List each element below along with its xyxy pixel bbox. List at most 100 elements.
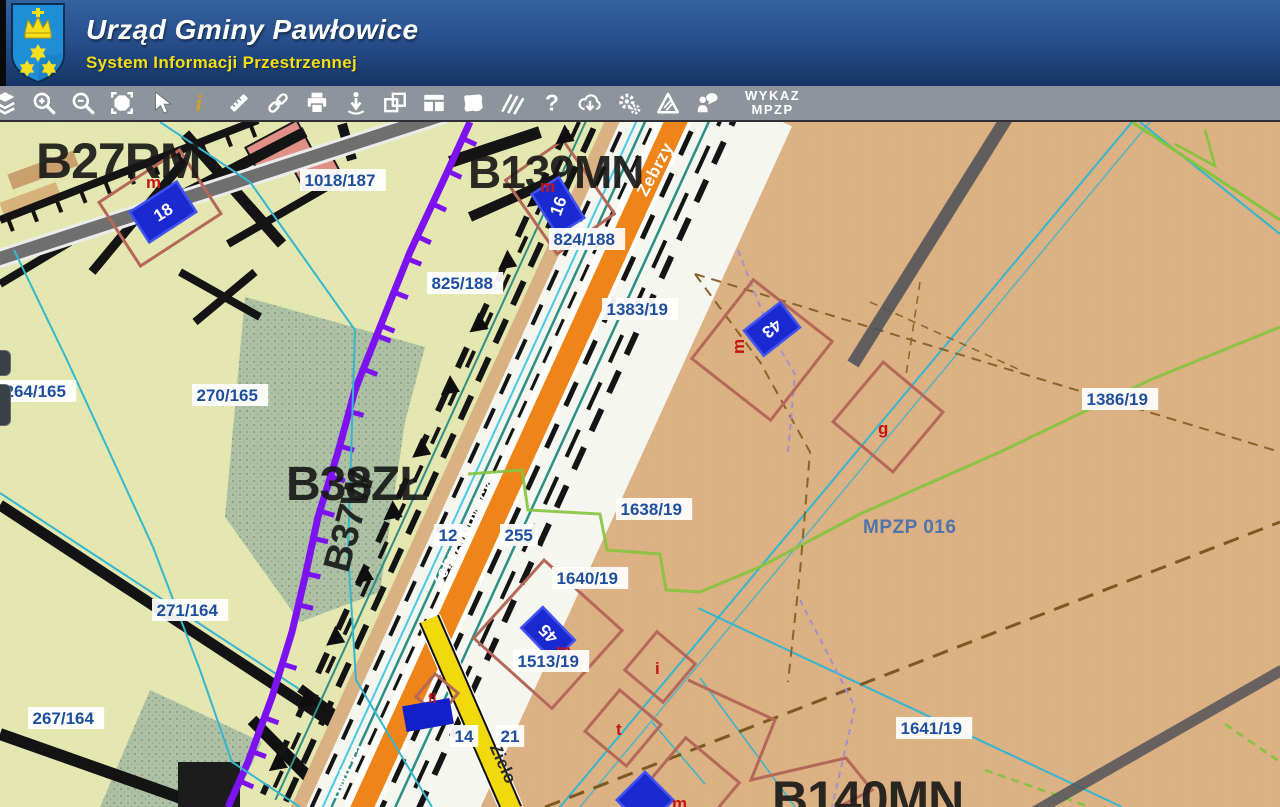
identify-info-button[interactable]: i: [187, 90, 213, 116]
parcel-label: 1383/19: [602, 298, 678, 320]
measure-button[interactable]: [226, 90, 252, 116]
parcel-label-text: 1641/19: [901, 719, 962, 738]
link-button[interactable]: [265, 90, 291, 116]
print-button[interactable]: [304, 90, 330, 116]
parcel-label: 1640/19: [552, 567, 628, 589]
parcel-label-text: 12: [439, 526, 458, 545]
parcel-label-text: 1638/19: [621, 500, 682, 519]
parcel-label: 1018/187: [300, 169, 386, 191]
print-icon: [304, 90, 330, 116]
help-button[interactable]: ?: [538, 90, 564, 116]
locate-button[interactable]: [343, 90, 369, 116]
select-polygon-icon: [460, 90, 486, 116]
parcel-label: 1513/19: [513, 650, 589, 672]
parcel-label: 270/165: [192, 384, 268, 406]
parcel-label: 824/188: [549, 228, 625, 250]
warning-triangle-icon: [655, 90, 681, 116]
parcel-label-text: 255: [505, 526, 533, 545]
wykaz-line2: MPZP: [745, 103, 800, 117]
landuse-letter: g: [878, 419, 888, 438]
full-extent-button[interactable]: [109, 90, 135, 116]
settings-button[interactable]: [616, 90, 642, 116]
parcel-label-text: 1018/187: [305, 171, 376, 190]
landuse-letter: fl: [428, 690, 437, 706]
parcel-label-text: 824/188: [554, 230, 615, 249]
parcel-label: 21: [496, 725, 524, 747]
app-header: Urząd Gminy Pawłowice System Informacji …: [0, 0, 1280, 86]
map-canvas[interactable]: B27RMB139MNB38ZŁB37WB140MN 18164345 mmmm…: [0, 122, 1280, 807]
parcel-label: 1638/19: [616, 498, 692, 520]
identify-info-icon: i: [187, 90, 213, 116]
select-pointer-icon: [148, 90, 174, 116]
parcel-label-text: 1383/19: [607, 300, 668, 319]
landuse-letter: m: [672, 794, 687, 807]
compare-windows-button[interactable]: [382, 90, 408, 116]
plan-number-text: MPZP 016: [863, 517, 956, 538]
parcel-label: 12: [434, 524, 462, 546]
parcel-label: 1641/19: [896, 717, 972, 739]
parcel-label-text: 267/164: [33, 709, 95, 728]
zoom-out-button[interactable]: [70, 90, 96, 116]
layers-button[interactable]: [0, 90, 18, 116]
map-toolbar: i: [0, 86, 1280, 122]
zone-label: B140MN: [772, 771, 963, 807]
full-extent-icon: [109, 90, 135, 116]
parcel-label-text: 264/165: [5, 382, 66, 401]
parcel-label: 1386/19: [1082, 388, 1158, 410]
parcel-label: 264/165: [0, 380, 76, 402]
measure-icon: [226, 90, 252, 116]
parcel-label-text: 271/164: [157, 601, 219, 620]
plan-number-label: MPZP 016: [863, 517, 956, 538]
locate-icon: [343, 90, 369, 116]
parcel-label-text: 21: [501, 727, 520, 746]
landuse-letter: t: [616, 720, 622, 739]
layout-panels-button[interactable]: [421, 90, 447, 116]
parcel-label: 267/164: [28, 707, 104, 729]
parcel-label-text: 14: [455, 727, 474, 746]
municipality-crest: [10, 3, 66, 83]
parcel-label-text: 270/165: [197, 386, 258, 405]
link-icon: [265, 90, 291, 116]
sidebar-collapse-tab-1[interactable]: [0, 350, 11, 376]
zone-label: B27RM: [36, 133, 200, 189]
landuse-letter: m: [146, 173, 161, 192]
alerts-button[interactable]: [655, 90, 681, 116]
app-subtitle: System Informacji Przestrzennej: [86, 53, 419, 73]
help-icon: ?: [538, 90, 564, 116]
select-pointer-button[interactable]: [148, 90, 174, 116]
crest-shield-icon: [10, 3, 66, 83]
zoom-out-icon: [70, 90, 96, 116]
landuse-letter: m: [729, 339, 748, 354]
layers-icon: [0, 90, 18, 116]
compare-windows-icon: [382, 90, 408, 116]
parcel-label-text: 825/188: [432, 274, 493, 293]
parcel-label-text: 1386/19: [1087, 390, 1148, 409]
download-cloud-icon: [577, 90, 603, 116]
feedback-button[interactable]: [694, 90, 720, 116]
feedback-person-icon: [694, 90, 720, 116]
settings-gears-icon: [616, 90, 642, 116]
hatch-icon: [499, 90, 525, 116]
svg-text:i: i: [196, 91, 203, 116]
zone-boundary-purple-tick: [298, 605, 313, 608]
wykaz-mpzp-button[interactable]: WYKAZ MPZP: [745, 89, 800, 118]
wykaz-line1: WYKAZ: [745, 89, 800, 103]
zoom-in-icon: [31, 90, 57, 116]
hatch-tool-button[interactable]: [499, 90, 525, 116]
zone-boundary-purple-tick: [306, 574, 321, 577]
layout-panels-icon: [421, 90, 447, 116]
download-button[interactable]: [577, 90, 603, 116]
select-polygon-button[interactable]: [460, 90, 486, 116]
landuse-letter: i: [655, 659, 660, 678]
parcel-label: 255: [500, 524, 538, 546]
map-viewport[interactable]: B27RMB139MNB38ZŁB37WB140MN 18164345 mmmm…: [0, 122, 1280, 807]
parcel-label: 14: [450, 725, 478, 747]
parcel-label: 271/164: [152, 599, 228, 621]
parcel-label-text: 1513/19: [518, 652, 579, 671]
svg-text:?: ?: [545, 90, 559, 116]
app-title: Urząd Gminy Pawłowice: [86, 14, 419, 46]
parcel-label-text: 1640/19: [557, 569, 618, 588]
sidebar-collapse-tab-2[interactable]: [0, 384, 11, 426]
zoom-in-button[interactable]: [31, 90, 57, 116]
parcel-label: 825/188: [427, 272, 503, 294]
